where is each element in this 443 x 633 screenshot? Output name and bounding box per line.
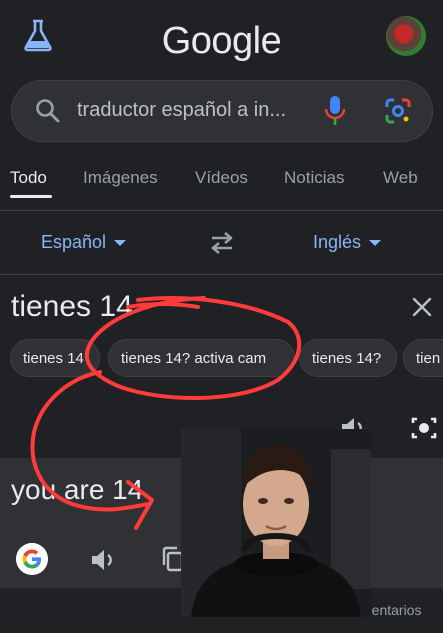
source-text-input[interactable]: tienes 14 [11,290,133,324]
search-icon[interactable] [35,98,61,124]
suggestion-chip[interactable]: tien [403,339,443,377]
suggestion-chip[interactable]: tienes 14? activa cam [108,339,295,377]
avatar[interactable] [386,16,426,56]
suggestion-chip[interactable]: tienes 14 [10,339,100,377]
suggestion-chip[interactable]: tienes 14? [299,339,397,377]
tab-videos[interactable]: Vídeos [195,168,248,188]
target-language-select[interactable]: Inglés [313,232,382,253]
divider [0,210,443,211]
mic-icon[interactable] [324,95,346,127]
swap-languages-icon[interactable] [207,230,237,256]
divider [0,274,443,275]
tab-web[interactable]: Web [383,168,418,188]
translation-output-text: you are 14 [11,474,144,505]
speaker-icon[interactable] [88,546,116,574]
chevron-down-icon [369,240,382,247]
tab-todo[interactable]: Todo [10,168,47,188]
chevron-down-icon [114,240,127,247]
search-input[interactable]: traductor español a in... [77,99,286,122]
search-bar[interactable]: traductor español a in... [11,80,433,142]
camera-icon[interactable] [410,414,438,442]
close-icon[interactable] [410,295,434,319]
active-tab-indicator [10,195,52,198]
google-g-icon[interactable] [16,543,48,575]
tab-noticias[interactable]: Noticias [284,168,344,188]
google-logo[interactable]: Google [0,20,443,63]
source-language-label: Español [41,232,107,252]
search-tabs: Todo Imágenes Vídeos Noticias Web [0,168,443,198]
target-language-label: Inglés [313,232,362,252]
webcam-photo-overlay [181,429,371,617]
source-language-select[interactable]: Español [41,232,127,253]
lens-icon[interactable] [384,97,412,125]
tab-imagenes[interactable]: Imágenes [83,168,158,188]
